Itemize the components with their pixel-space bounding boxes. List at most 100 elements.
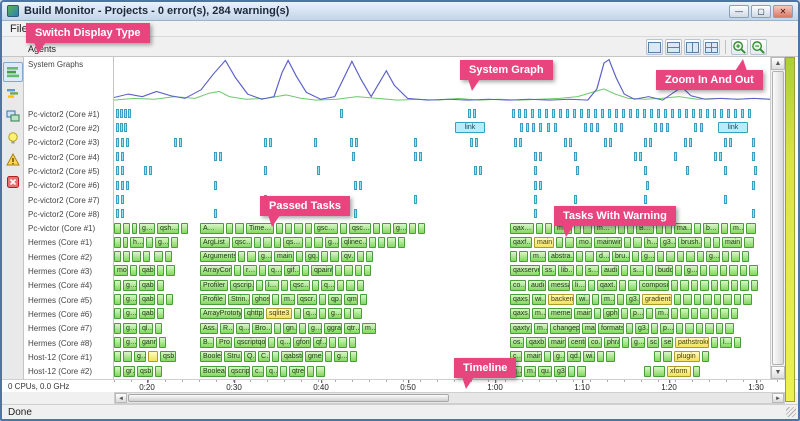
task-tick[interactable] [350, 138, 353, 147]
task-tick[interactable] [569, 138, 572, 147]
passed-task-bar[interactable] [565, 237, 574, 248]
passed-task-bar[interactable] [226, 223, 233, 234]
passed-task-bar[interactable] [536, 223, 543, 234]
passed-task-bar[interactable]: qab… [139, 308, 155, 319]
passed-task-bar[interactable]: Profiler [200, 280, 228, 291]
task-tick[interactable] [414, 195, 417, 204]
passed-task-bar[interactable]: qs… [283, 237, 303, 248]
task-tick[interactable] [639, 152, 642, 161]
passed-task-bar[interactable]: B… [200, 337, 214, 348]
task-tick[interactable] [419, 152, 422, 161]
passed-task-bar[interactable] [171, 237, 178, 248]
passed-task-bar[interactable] [646, 308, 653, 319]
passed-task-bar[interactable] [321, 251, 328, 262]
task-tick[interactable] [514, 138, 517, 147]
passed-task-bar[interactable] [691, 308, 698, 319]
passed-task-bar[interactable]: changepr… [550, 323, 580, 334]
task-tick[interactable] [116, 209, 119, 218]
passed-task-bar[interactable]: R… [220, 323, 234, 334]
task-tick[interactable] [524, 109, 527, 118]
task-tick[interactable] [479, 166, 482, 175]
passed-task-bar[interactable]: gif… [284, 265, 300, 276]
passed-task-bar[interactable] [268, 337, 275, 348]
passed-task-bar[interactable]: Boole… [200, 351, 222, 362]
task-tick[interactable] [468, 109, 471, 118]
passed-task-bar[interactable]: qsh… [157, 223, 179, 234]
passed-task-bar[interactable] [734, 294, 741, 305]
task-tick[interactable] [724, 138, 727, 147]
passed-task-bar[interactable]: qlinec… [341, 237, 367, 248]
passed-task-bar[interactable] [355, 265, 362, 276]
task-tick[interactable] [354, 181, 357, 190]
passed-task-bar[interactable]: q… [321, 280, 335, 291]
task-tick[interactable] [646, 181, 649, 190]
warnings-view-icon[interactable] [3, 150, 23, 170]
passed-task-bar[interactable]: main [722, 237, 742, 248]
task-tick[interactable] [534, 152, 537, 161]
passed-task-bar[interactable]: qu… [538, 366, 552, 377]
scroll-up-icon[interactable]: ▲ [771, 57, 785, 70]
task-tick[interactable] [534, 166, 537, 175]
passed-task-bar[interactable]: g… [258, 251, 272, 262]
passed-task-bar[interactable] [721, 223, 728, 234]
passed-task-bar[interactable] [296, 251, 303, 262]
vertical-scrollbar[interactable]: ▲ ▼ [770, 57, 785, 379]
passed-task-bar[interactable]: qscrip… [230, 280, 254, 291]
task-tick[interactable] [689, 138, 692, 147]
task-tick[interactable] [539, 152, 542, 161]
passed-task-bar[interactable]: qm… [344, 294, 358, 305]
task-tick[interactable] [214, 152, 217, 161]
task-tick[interactable] [534, 181, 537, 190]
passed-task-bar[interactable] [157, 308, 164, 319]
passed-task-bar[interactable]: qaxb… [526, 337, 546, 348]
task-tick[interactable] [692, 109, 695, 118]
passed-task-bar[interactable] [686, 251, 695, 262]
passed-task-bar[interactable]: g… [641, 251, 655, 262]
passed-task-bar[interactable] [366, 251, 373, 262]
passed-task-bar[interactable] [234, 265, 241, 276]
task-tick[interactable] [340, 109, 343, 118]
passed-task-bar[interactable]: Ass… [200, 323, 218, 334]
task-tick[interactable] [116, 109, 119, 118]
passed-task-bar[interactable] [675, 265, 682, 276]
passed-task-bar[interactable] [123, 251, 130, 262]
passed-task-bar[interactable] [666, 251, 675, 262]
task-tick[interactable] [179, 138, 182, 147]
task-tick[interactable] [470, 138, 473, 147]
task-tick[interactable] [359, 181, 362, 190]
passed-task-bar[interactable] [181, 223, 188, 234]
passed-task-bar[interactable] [302, 265, 309, 276]
task-tick[interactable] [564, 138, 567, 147]
passed-task-bar[interactable] [325, 351, 332, 362]
close-button[interactable]: ✕ [773, 5, 793, 18]
passed-task-bar[interactable]: composi… [639, 280, 669, 291]
passed-task-bar[interactable] [373, 223, 380, 234]
passed-task-bar[interactable] [711, 337, 718, 348]
passed-task-bar[interactable] [114, 323, 121, 334]
passed-task-bar[interactable]: gq… [305, 251, 319, 262]
passed-task-bar[interactable]: phra… [604, 337, 620, 348]
passed-task-bar[interactable]: p… [660, 323, 674, 334]
passed-task-bar[interactable]: gn… [283, 323, 297, 334]
passed-task-bar[interactable]: gmenu [305, 351, 323, 362]
passed-task-bar[interactable] [734, 337, 741, 348]
task-tick[interactable] [121, 195, 124, 204]
passed-task-bar[interactable]: moc [114, 265, 128, 276]
passed-task-bar[interactable]: ArrayCon… [200, 265, 232, 276]
passed-task-bar[interactable] [704, 237, 711, 248]
task-tick[interactable] [752, 152, 755, 161]
passed-task-bar[interactable]: qtre… [289, 366, 305, 377]
passed-task-bar[interactable]: main [574, 308, 592, 319]
passed-task-bar[interactable]: m… [281, 294, 295, 305]
passed-task-bar[interactable]: qaxs… [510, 308, 530, 319]
passed-task-bar[interactable] [165, 251, 172, 262]
passed-task-bar[interactable] [319, 294, 326, 305]
task-tick[interactable] [214, 209, 217, 218]
passed-task-bar[interactable]: q… [236, 323, 250, 334]
passed-task-bar[interactable] [725, 323, 734, 334]
task-tick[interactable] [614, 123, 617, 132]
errors-view-icon[interactable] [3, 172, 23, 192]
passed-task-bar[interactable] [716, 323, 723, 334]
passed-task-bar[interactable]: gr… [123, 366, 135, 377]
passed-task-bar[interactable] [720, 280, 729, 291]
